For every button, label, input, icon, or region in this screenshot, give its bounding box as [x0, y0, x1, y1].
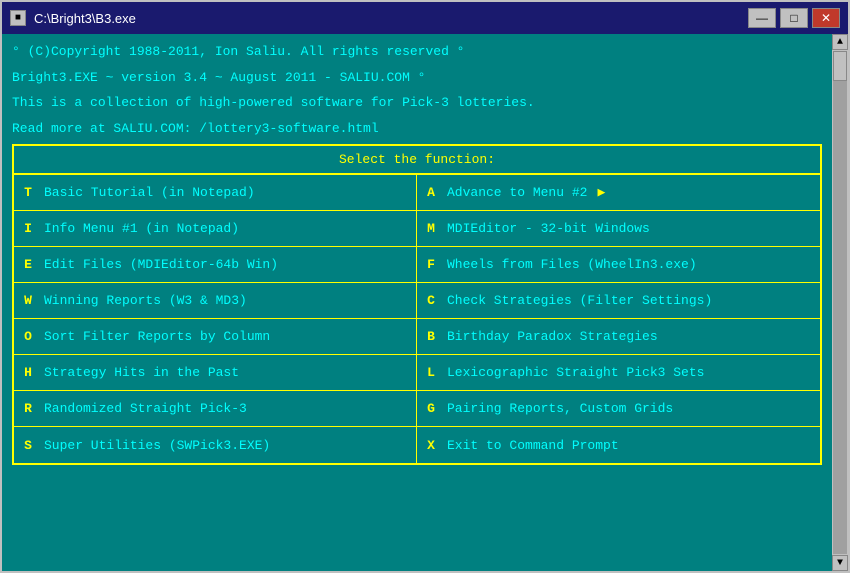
menu-item-I[interactable]: I Info Menu #1 (in Notepad) [14, 211, 417, 247]
titlebar: ■ C:\Bright3\B3.exe — □ ✕ [2, 2, 848, 34]
menu-label-X: Exit to Command Prompt [447, 438, 619, 453]
header-line-2: Bright3.EXE ~ version 3.4 ~ August 2011 … [12, 68, 822, 88]
menu-item-S[interactable]: S Super Utilities (SWPick3.EXE) [14, 427, 417, 463]
menu-key-G: G [425, 401, 437, 416]
menu-label-T: Basic Tutorial (in Notepad) [44, 185, 255, 200]
minimize-button[interactable]: — [748, 8, 776, 28]
menu-key-A: A [425, 185, 437, 200]
main-window: ■ C:\Bright3\B3.exe — □ ✕ ° (C)Copyright… [0, 0, 850, 573]
menu-item-G[interactable]: G Pairing Reports, Custom Grids [417, 391, 820, 427]
menu-item-A[interactable]: A Advance to Menu #2 ▶ [417, 175, 820, 211]
scroll-track[interactable] [833, 51, 847, 554]
menu-label-B: Birthday Paradox Strategies [447, 329, 658, 344]
menu-item-B[interactable]: B Birthday Paradox Strategies [417, 319, 820, 355]
menu-label-F: Wheels from Files (WheelIn3.exe) [447, 257, 697, 272]
window-title: C:\Bright3\B3.exe [34, 11, 740, 26]
menu-label-A: Advance to Menu #2 [447, 185, 587, 200]
menu-item-L[interactable]: L Lexicographic Straight Pick3 Sets [417, 355, 820, 391]
scroll-up-button[interactable]: ▲ [832, 34, 848, 50]
menu-item-F[interactable]: F Wheels from Files (WheelIn3.exe) [417, 247, 820, 283]
menu-label-L: Lexicographic Straight Pick3 Sets [447, 365, 704, 380]
menu-label-I: Info Menu #1 (in Notepad) [44, 221, 239, 236]
menu-key-W: W [22, 293, 34, 308]
header-line-3: This is a collection of high-powered sof… [12, 93, 822, 113]
menu-item-X[interactable]: X Exit to Command Prompt [417, 427, 820, 463]
menu-key-I: I [22, 221, 34, 236]
header-line-1: ° (C)Copyright 1988-2011, Ion Saliu. All… [12, 42, 822, 62]
menu-key-X: X [425, 438, 437, 453]
menu-key-B: B [425, 329, 437, 344]
menu-item-C[interactable]: C Check Strategies (Filter Settings) [417, 283, 820, 319]
menu-label-R: Randomized Straight Pick-3 [44, 401, 247, 416]
close-button[interactable]: ✕ [812, 8, 840, 28]
maximize-button[interactable]: □ [780, 8, 808, 28]
scrollbar[interactable]: ▲ ▼ [832, 34, 848, 571]
menu-key-S: S [22, 438, 34, 453]
menu-label-H: Strategy Hits in the Past [44, 365, 239, 380]
window-icon: ■ [10, 10, 26, 26]
menu-key-R: R [22, 401, 34, 416]
menu-key-M: M [425, 221, 437, 236]
menu-label-M: MDIEditor - 32-bit Windows [447, 221, 650, 236]
menu-title: Select the function: [14, 146, 820, 175]
menu-label-G: Pairing Reports, Custom Grids [447, 401, 673, 416]
menu-item-H[interactable]: H Strategy Hits in the Past [14, 355, 417, 391]
menu-key-L: L [425, 365, 437, 380]
menu-key-H: H [22, 365, 34, 380]
scroll-down-button[interactable]: ▼ [832, 555, 848, 571]
titlebar-buttons: — □ ✕ [748, 8, 840, 28]
menu-item-E[interactable]: E Edit Files (MDIEditor-64b Win) [14, 247, 417, 283]
menu-label-S: Super Utilities (SWPick3.EXE) [44, 438, 270, 453]
menu-key-C: C [425, 293, 437, 308]
menu-item-M[interactable]: M MDIEditor - 32-bit Windows [417, 211, 820, 247]
menu-item-R[interactable]: R Randomized Straight Pick-3 [14, 391, 417, 427]
advance-arrow-icon: ▶ [597, 185, 605, 200]
menu-label-E: Edit Files (MDIEditor-64b Win) [44, 257, 278, 272]
content-area: ° (C)Copyright 1988-2011, Ion Saliu. All… [2, 34, 848, 571]
scroll-thumb[interactable] [833, 51, 847, 81]
terminal-content: ° (C)Copyright 1988-2011, Ion Saliu. All… [2, 34, 832, 571]
menu-item-O[interactable]: O Sort Filter Reports by Column [14, 319, 417, 355]
menu-label-O: Sort Filter Reports by Column [44, 329, 270, 344]
header-line-4: Read more at SALIU.COM: /lottery3-softwa… [12, 119, 822, 139]
menu-key-F: F [425, 257, 437, 272]
menu-grid: T Basic Tutorial (in Notepad) A Advance … [14, 175, 820, 463]
menu-item-T[interactable]: T Basic Tutorial (in Notepad) [14, 175, 417, 211]
menu-item-W[interactable]: W Winning Reports (W3 & MD3) [14, 283, 417, 319]
menu-key-E: E [22, 257, 34, 272]
menu-key-O: O [22, 329, 34, 344]
menu-key-T: T [22, 185, 34, 200]
menu-label-W: Winning Reports (W3 & MD3) [44, 293, 247, 308]
menu-box: Select the function: T Basic Tutorial (i… [12, 144, 822, 465]
menu-label-C: Check Strategies (Filter Settings) [447, 293, 712, 308]
